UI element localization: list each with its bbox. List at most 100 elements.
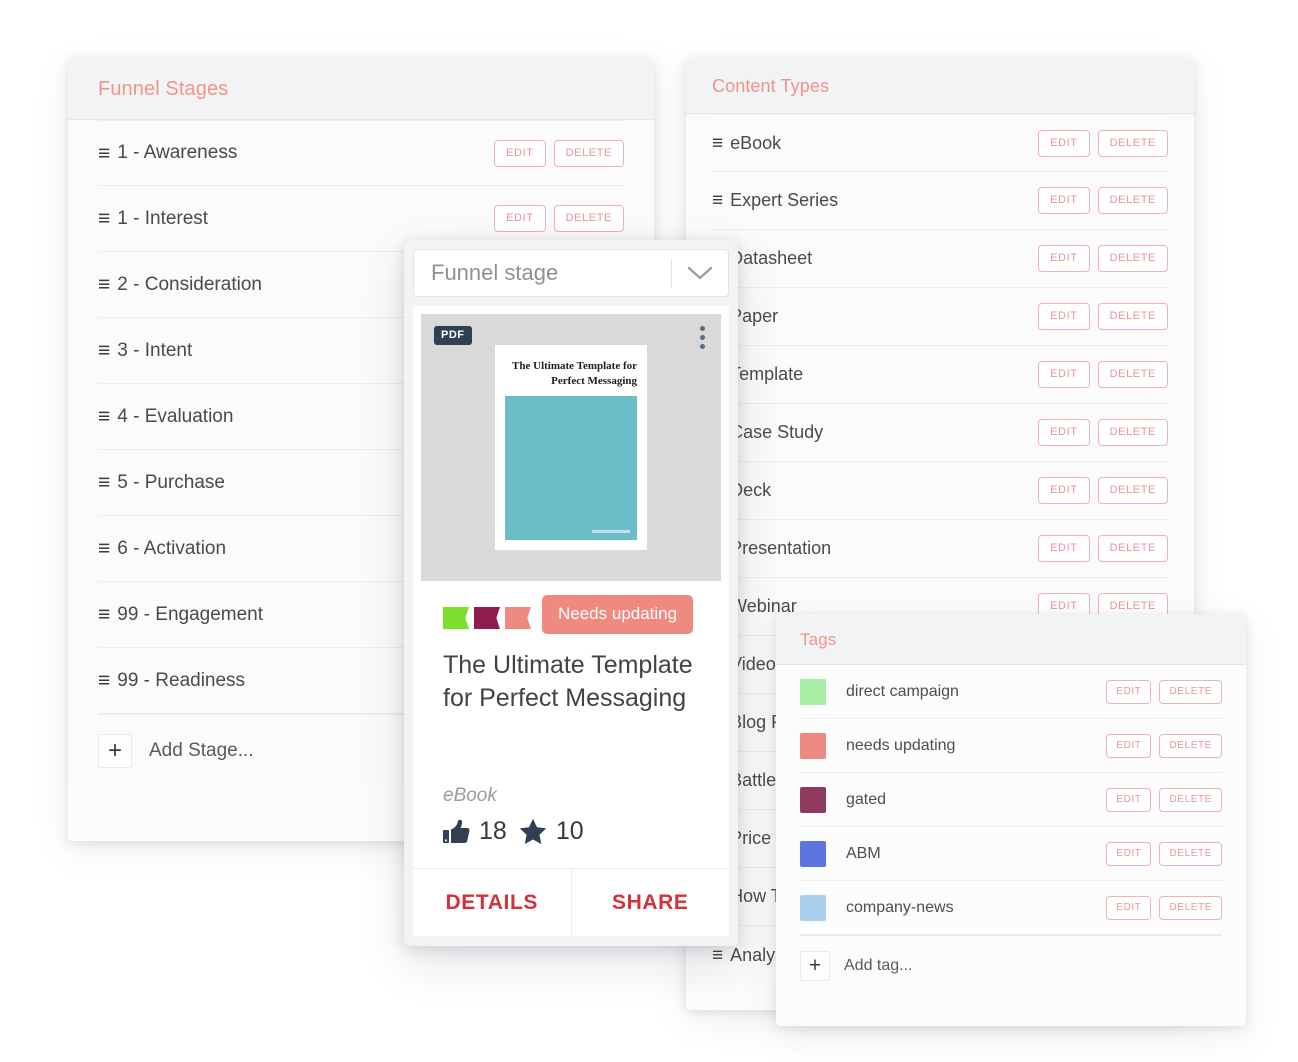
tag-label: company-news <box>846 898 954 916</box>
funnel-stage-select[interactable]: Funnel stage <box>413 249 729 297</box>
funnel-stage-label: 4 - Evaluation <box>117 405 234 427</box>
drag-handle-icon[interactable]: ≡ <box>98 143 110 164</box>
content-type-label: Template <box>730 364 804 384</box>
ribbon-tag-icon <box>443 607 469 629</box>
tag-color-swatch <box>800 894 826 921</box>
edit-button[interactable]: EDIT <box>1038 477 1090 504</box>
delete-button[interactable]: DELETE <box>1097 535 1168 562</box>
add-tag-button[interactable]: + Add tag... <box>800 935 1222 995</box>
drag-handle-icon[interactable]: ≡ <box>98 274 110 295</box>
document-preview-title: The Ultimate Template for Perfect Messag… <box>512 360 637 387</box>
content-type-row[interactable]: ≡DatasheetEDITDELETE <box>712 230 1168 288</box>
tag-label: gated <box>846 790 887 808</box>
content-type-row[interactable]: ≡Case StudyEDITDELETE <box>712 404 1168 462</box>
row-actions: EDIT DELETE <box>1038 477 1168 504</box>
content-type-row[interactable]: ≡PaperEDITDELETE <box>712 288 1168 346</box>
edit-button[interactable]: EDIT <box>1106 841 1152 866</box>
edit-button[interactable]: EDIT <box>1038 303 1090 330</box>
funnel-stage-label: 6 - Activation <box>117 537 227 559</box>
delete-button[interactable]: DELETE <box>1097 419 1168 446</box>
delete-button[interactable]: DELETE <box>1159 733 1222 758</box>
add-stage-button-label: Add Stage... <box>149 739 254 761</box>
delete-button[interactable]: DELETE <box>1159 895 1222 920</box>
edit-button[interactable]: EDIT <box>494 139 546 167</box>
drag-handle-icon[interactable]: ≡ <box>98 340 110 361</box>
funnel-stage-label: 1 - Awareness <box>117 142 238 163</box>
content-types-header: Content Types <box>686 58 1194 114</box>
tag-color-swatch <box>800 732 826 759</box>
edit-button[interactable]: EDIT <box>1038 187 1090 214</box>
thumbs-up-icon <box>443 819 470 844</box>
content-type-label: Datasheet <box>730 248 813 268</box>
delete-button[interactable]: DELETE <box>1097 187 1168 214</box>
edit-button[interactable]: EDIT <box>1038 129 1090 157</box>
row-actions: EDIT DELETE <box>1106 787 1222 812</box>
tag-color-swatch <box>800 678 826 705</box>
edit-button[interactable]: EDIT <box>1038 245 1090 272</box>
drag-handle-icon[interactable]: ≡ <box>98 604 110 625</box>
delete-button[interactable]: DELETE <box>1097 245 1168 272</box>
edit-button[interactable]: EDIT <box>1038 361 1090 388</box>
content-type-row[interactable]: ≡DeckEDITDELETE <box>712 462 1168 520</box>
edit-button[interactable]: EDIT <box>494 205 546 232</box>
delete-button[interactable]: DELETE <box>1097 303 1168 330</box>
funnel-stage-label: 2 - Consideration <box>117 273 262 295</box>
tag-row[interactable]: needs updating EDIT DELETE <box>800 719 1222 773</box>
content-card-meta: eBook 18 10 <box>413 785 729 868</box>
more-vertical-icon[interactable] <box>700 326 705 349</box>
drag-handle-icon[interactable]: ≡ <box>98 406 110 427</box>
content-thumbnail[interactable]: PDF The Ultimate Template for Perfect Me… <box>421 314 721 581</box>
funnel-stage-label: 99 - Engagement <box>117 603 264 625</box>
delete-button[interactable]: DELETE <box>1097 129 1168 157</box>
drag-handle-icon[interactable]: ≡ <box>712 191 723 210</box>
edit-button[interactable]: EDIT <box>1106 679 1152 704</box>
edit-button[interactable]: EDIT <box>1038 535 1090 562</box>
row-actions: EDITDELETE <box>494 139 624 167</box>
delete-button[interactable]: DELETE <box>553 205 624 232</box>
edit-button[interactable]: EDIT <box>1106 733 1152 758</box>
tag-row[interactable]: ABM EDIT DELETE <box>800 827 1222 881</box>
drag-handle-icon[interactable]: ≡ <box>98 208 110 229</box>
ribbon-tag-group <box>443 607 536 629</box>
edit-button[interactable]: EDIT <box>1106 787 1152 812</box>
row-actions: EDIT DELETE <box>1038 187 1168 214</box>
delete-button[interactable]: DELETE <box>1097 477 1168 504</box>
delete-button[interactable]: DELETE <box>1159 679 1222 704</box>
delete-button[interactable]: DELETE <box>1097 361 1168 388</box>
drag-handle-icon[interactable]: ≡ <box>98 538 110 559</box>
drag-handle-icon[interactable]: ≡ <box>98 472 110 493</box>
tag-row[interactable]: gated EDIT DELETE <box>800 773 1222 827</box>
content-type-row[interactable]: ≡TemplateEDITDELETE <box>712 346 1168 404</box>
funnel-stage-row[interactable]: ≡ 1 - Awareness EDIT DELETE <box>98 120 624 186</box>
content-type-label: eBook <box>730 132 782 153</box>
row-actions: EDIT DELETE <box>494 205 624 232</box>
likes-stat: 18 <box>443 817 507 846</box>
funnel-stage-select-value: Funnel stage <box>431 260 559 285</box>
tag-label: direct campaign <box>846 682 959 700</box>
funnel-stage-label: 3 - Intent <box>117 339 193 361</box>
share-button[interactable]: SHARE <box>570 869 729 936</box>
drag-handle-icon[interactable]: ≡ <box>712 134 723 153</box>
status-badge: Needs updating <box>542 595 694 634</box>
plus-icon[interactable]: + <box>800 950 830 981</box>
row-actions: EDIT DELETE <box>1106 841 1222 866</box>
tag-row[interactable]: company-news EDIT DELETE <box>800 881 1222 935</box>
edit-button[interactable]: EDIT <box>1038 419 1090 446</box>
content-type-row[interactable]: ≡ Expert Series EDIT DELETE <box>712 172 1168 230</box>
funnel-stage-label: 99 - Readiness <box>117 669 246 691</box>
edit-button[interactable]: EDIT <box>1106 895 1152 920</box>
row-actions: EDIT DELETE <box>1038 303 1168 330</box>
content-type-row[interactable]: ≡PresentationEDITDELETE <box>712 520 1168 578</box>
plus-icon[interactable]: + <box>98 733 132 768</box>
chevron-down-icon[interactable] <box>672 265 728 281</box>
delete-button[interactable]: DELETE <box>553 139 624 167</box>
details-button[interactable]: DETAILS <box>413 869 571 936</box>
ribbon-tag-icon <box>505 607 531 629</box>
drag-handle-icon[interactable]: ≡ <box>712 946 723 965</box>
tag-row[interactable]: direct campaign EDIT DELETE <box>800 665 1222 719</box>
delete-button[interactable]: DELETE <box>1159 841 1222 866</box>
delete-button[interactable]: DELETE <box>1159 787 1222 812</box>
tags-list: direct campaign EDIT DELETE needs updating E… <box>776 665 1246 995</box>
drag-handle-icon[interactable]: ≡ <box>98 670 110 691</box>
content-type-row[interactable]: ≡ eBook EDIT DELETE <box>712 114 1168 172</box>
